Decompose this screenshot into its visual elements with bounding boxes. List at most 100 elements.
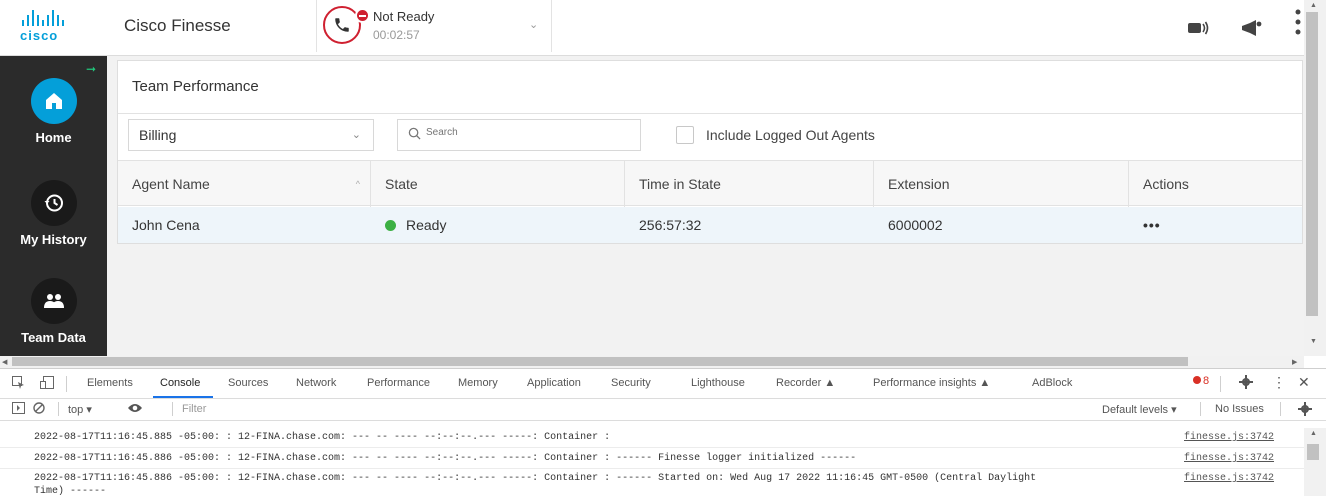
column-header-actions: Actions bbox=[1129, 161, 1304, 207]
gadget-title: Team Performance bbox=[132, 78, 259, 95]
search-box[interactable] bbox=[397, 119, 641, 151]
sidebar-item-home[interactable]: Home bbox=[0, 78, 107, 145]
tab-adblock[interactable]: AdBlock bbox=[1032, 377, 1072, 389]
live-expression-eye-icon[interactable] bbox=[128, 402, 142, 417]
home-icon bbox=[30, 78, 77, 124]
console-filter-input[interactable]: Filter bbox=[182, 403, 206, 415]
announcement-icon[interactable] bbox=[1240, 20, 1262, 41]
column-header-extension[interactable]: Extension bbox=[874, 161, 1129, 207]
agent-state-label: Not Ready bbox=[373, 9, 435, 24]
cell-extension: 6000002 bbox=[888, 217, 943, 233]
tab-application[interactable]: Application bbox=[527, 377, 581, 389]
clear-console-icon[interactable] bbox=[33, 402, 45, 417]
column-header-time-in-state[interactable]: Time in State bbox=[625, 161, 874, 207]
divider bbox=[172, 402, 173, 416]
more-menu-icon[interactable] bbox=[1294, 8, 1302, 47]
column-header-label: Time in State bbox=[639, 176, 721, 192]
column-header-agent-name[interactable]: Agent Name ^ bbox=[118, 161, 371, 207]
chat-icon[interactable] bbox=[1188, 20, 1210, 41]
column-header-state[interactable]: State bbox=[371, 161, 625, 207]
row-actions-button[interactable]: ••• bbox=[1129, 207, 1304, 243]
history-icon bbox=[30, 180, 77, 226]
context-selector-value: top bbox=[68, 404, 84, 416]
divider bbox=[1200, 402, 1201, 416]
agent-state-timer: 00:02:57 bbox=[373, 28, 420, 42]
device-toolbar-icon[interactable] bbox=[40, 376, 54, 392]
error-count-badge[interactable]: 8 bbox=[1193, 375, 1209, 387]
log-source-link[interactable]: finesse.js:3742 bbox=[1184, 453, 1274, 464]
sidebar-toggle-icon[interactable] bbox=[12, 402, 25, 417]
flask-icon: ▲ bbox=[824, 377, 836, 389]
scroll-left-arrow-icon[interactable]: ◀ bbox=[2, 358, 7, 366]
divider bbox=[0, 447, 1304, 448]
divider bbox=[1280, 402, 1281, 416]
log-message: 2022-08-17T11:16:45.885 -05:00: : 12-FIN… bbox=[34, 432, 611, 443]
flask-icon: ▲ bbox=[979, 377, 991, 389]
sort-icon[interactable]: ^ bbox=[356, 179, 360, 189]
tab-recorder[interactable]: Recorder ▲ bbox=[776, 377, 835, 389]
tab-network[interactable]: Network bbox=[296, 377, 336, 389]
close-icon[interactable]: ✕ bbox=[1298, 374, 1310, 391]
table-header: Agent Name ^ State Time in State Extensi… bbox=[118, 160, 1304, 207]
log-levels-value: Default levels bbox=[1102, 404, 1169, 416]
tab-performance[interactable]: Performance bbox=[367, 377, 430, 389]
team-select-value: Billing bbox=[139, 127, 177, 143]
console-toolbar: top ▾ Filter Default levels ▾ No Issues bbox=[0, 399, 1326, 421]
team-performance-gadget: Team Performance Billing ⌄ Include Logge… bbox=[117, 60, 1303, 244]
settings-gear-icon[interactable] bbox=[1239, 375, 1253, 392]
divider bbox=[118, 113, 1302, 114]
active-tab-indicator bbox=[153, 396, 213, 398]
more-options-icon[interactable]: ⋮ bbox=[1272, 374, 1286, 391]
table-row[interactable]: John Cena Ready 256:57:32 6000002 ••• bbox=[118, 207, 1302, 243]
issues-button[interactable]: No Issues bbox=[1215, 403, 1264, 415]
sidebar-item-team-data[interactable]: Team Data bbox=[0, 278, 107, 345]
inspect-element-icon[interactable] bbox=[12, 376, 25, 392]
console-settings-gear-icon[interactable] bbox=[1298, 402, 1312, 419]
not-ready-badge-icon bbox=[355, 8, 370, 23]
column-header-label: Extension bbox=[888, 176, 950, 192]
page-horizontal-scroll-thumb[interactable] bbox=[12, 357, 1188, 366]
agent-state-dropdown[interactable]: Not Ready 00:02:57 ⌄ bbox=[316, 0, 552, 52]
error-count: 8 bbox=[1203, 375, 1210, 387]
tab-elements[interactable]: Elements bbox=[87, 377, 133, 389]
cell-state: Ready bbox=[371, 207, 625, 243]
cisco-logo-bars-icon bbox=[22, 10, 90, 26]
tab-sources[interactable]: Sources bbox=[228, 377, 268, 389]
sidebar: ➞ Home My History Team Data bbox=[0, 56, 107, 356]
console-vertical-scrollbar[interactable] bbox=[1304, 428, 1326, 496]
main-content: Team Performance Billing ⌄ Include Logge… bbox=[107, 56, 1304, 356]
log-source-link[interactable]: finesse.js:3742 bbox=[1184, 473, 1274, 484]
scroll-up-arrow-icon[interactable]: ▲ bbox=[1310, 2, 1317, 9]
tab-performance-insights[interactable]: Performance insights ▲ bbox=[873, 377, 990, 389]
scroll-down-arrow-icon[interactable]: ▼ bbox=[1310, 338, 1317, 345]
devtools-tab-bar: Elements Console Sources Network Perform… bbox=[0, 369, 1326, 399]
column-header-label: State bbox=[385, 176, 418, 192]
top-header: cisco Cisco Finesse Not Ready 00:02:57 ⌄ bbox=[0, 0, 1326, 56]
column-header-label: Actions bbox=[1143, 176, 1189, 192]
pin-icon[interactable]: ➞ bbox=[86, 62, 96, 76]
log-levels-dropdown[interactable]: Default levels ▾ bbox=[1102, 403, 1177, 416]
tab-security[interactable]: Security bbox=[611, 377, 651, 389]
chevron-down-icon: ⌄ bbox=[351, 129, 361, 141]
phone-state-icon bbox=[323, 6, 370, 44]
scroll-up-arrow-icon[interactable]: ▲ bbox=[1310, 430, 1317, 437]
tab-console[interactable]: Console bbox=[160, 377, 200, 389]
scroll-right-arrow-icon[interactable]: ▶ bbox=[1292, 358, 1297, 366]
team-select[interactable]: Billing ⌄ bbox=[128, 119, 374, 151]
sidebar-item-label: Team Data bbox=[21, 330, 86, 345]
cisco-logo-text: cisco bbox=[20, 28, 59, 43]
tab-memory[interactable]: Memory bbox=[458, 377, 498, 389]
app-title: Cisco Finesse bbox=[124, 16, 231, 35]
console-vertical-scroll-thumb[interactable] bbox=[1307, 444, 1319, 460]
sidebar-item-my-history[interactable]: My History bbox=[0, 180, 107, 247]
log-source-link[interactable]: finesse.js:3742 bbox=[1184, 432, 1274, 443]
log-message: 2022-08-17T11:16:45.886 -05:00: : 12-FIN… bbox=[34, 453, 857, 464]
page-vertical-scroll-thumb[interactable] bbox=[1306, 12, 1318, 316]
search-input[interactable] bbox=[426, 127, 626, 138]
divider bbox=[66, 376, 67, 392]
context-selector[interactable]: top ▾ bbox=[68, 403, 92, 416]
chevron-down-icon: ⌄ bbox=[529, 19, 539, 31]
include-logged-out-label: Include Logged Out Agents bbox=[706, 127, 875, 143]
tab-lighthouse[interactable]: Lighthouse bbox=[691, 377, 745, 389]
include-logged-out-checkbox[interactable] bbox=[676, 126, 694, 144]
